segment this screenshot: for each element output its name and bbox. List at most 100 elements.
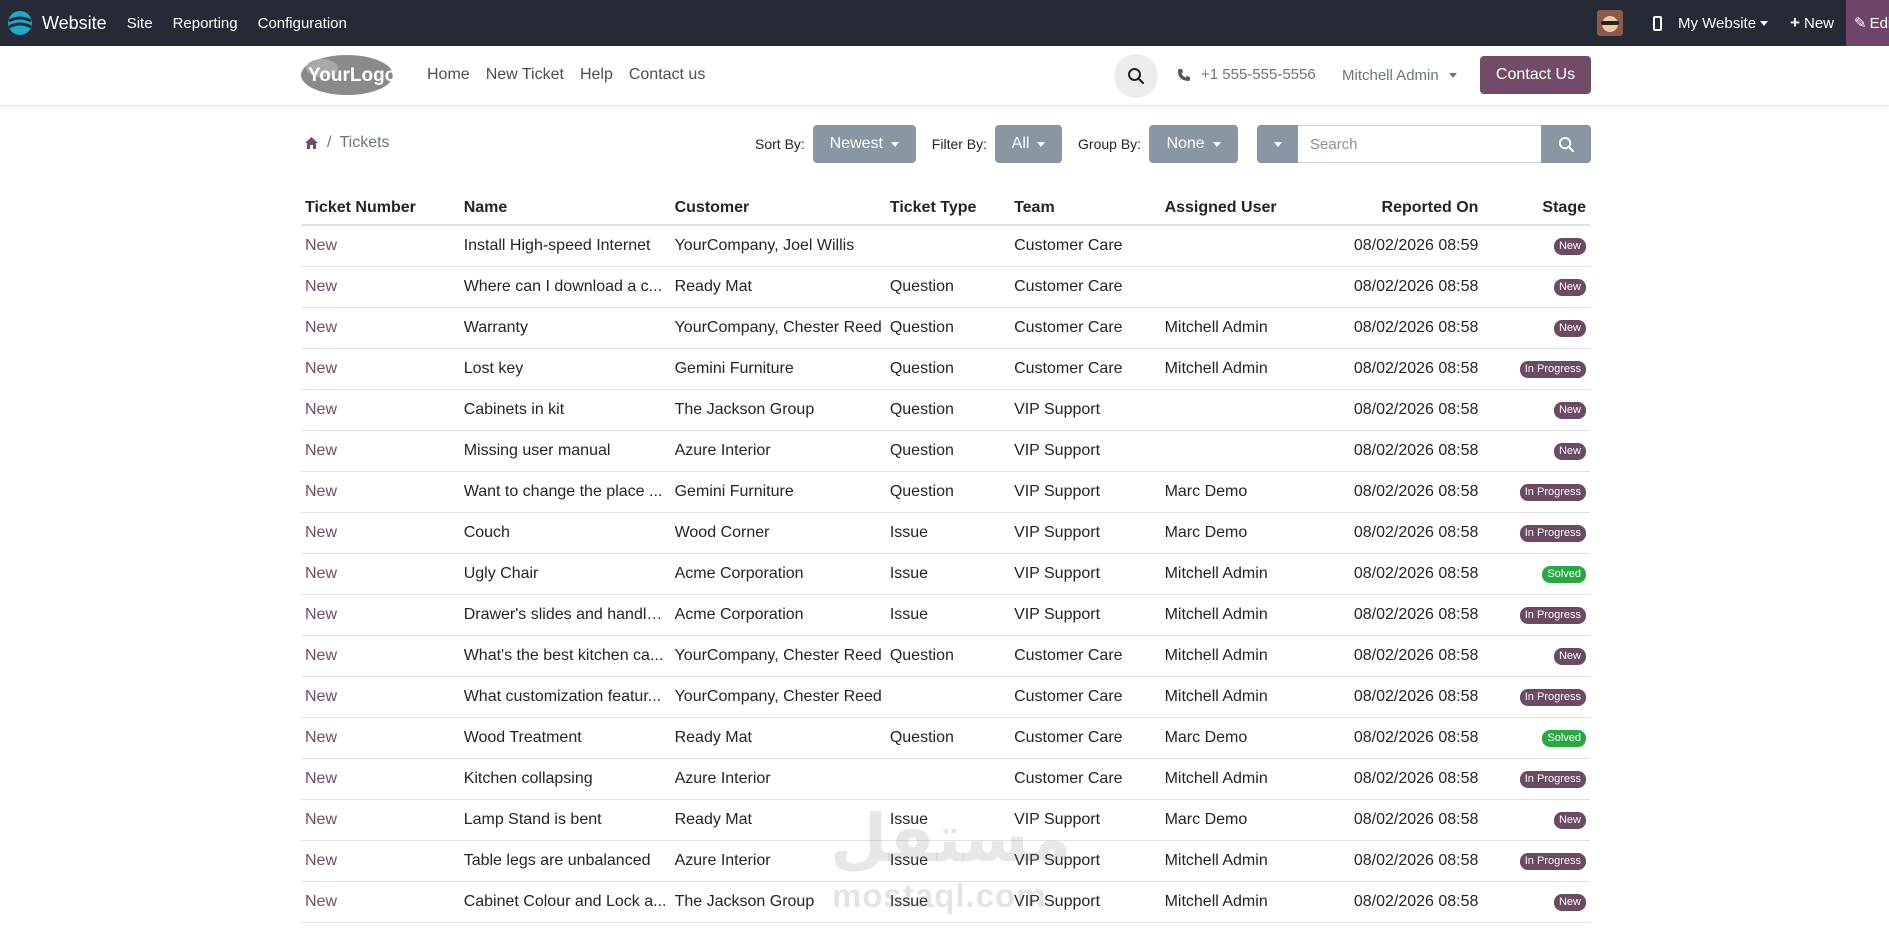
phone-link[interactable]: +1 555-555-5556 [1177,66,1316,83]
ticket-number-link[interactable]: New [301,348,460,390]
chevron-down-icon [890,141,899,147]
sort-dropdown[interactable]: Newest [812,125,916,163]
ticket-team: VIP Support [1010,389,1161,431]
tickets-toolbar: Sort By: Newest Filter By: All Group By:… [755,125,1239,163]
ticket-number-link[interactable]: New [301,635,460,677]
mobile-preview-icon[interactable] [1652,15,1662,31]
ticket-team: VIP Support [1010,430,1161,472]
table-row[interactable]: New Wood Treatment Ready Mat Question Custom… [301,717,1590,759]
ticket-reported-on: 08/02/2026 08:58 [1297,348,1483,390]
ticket-type: Issue [885,594,1011,636]
col-ticket-number[interactable]: Ticket Number [301,191,460,226]
nav-help[interactable]: Help [580,66,613,84]
table-row[interactable]: New What customization featur... YourCompa… [301,676,1590,718]
ticket-type [885,758,1011,800]
table-row[interactable]: New Install High-speed Internet YourCompan… [301,225,1590,267]
col-name[interactable]: Name [459,191,671,226]
site-logo[interactable]: YourLogo [300,54,396,96]
ticket-assigned-user: Mitchell Admin [1160,758,1298,800]
table-row[interactable]: New Lamp Stand is bent Ready Mat Issue VIP S… [301,799,1590,841]
app-logo[interactable]: Website [0,0,127,46]
ticket-number-link[interactable]: New [301,799,460,841]
menu-reporting[interactable]: Reporting [173,15,238,32]
table-row[interactable]: New Table legs are unbalanced Azure Interi… [301,840,1590,882]
filter-dropdown[interactable]: All [995,125,1063,163]
ticket-number-link[interactable]: New [301,553,460,595]
ticket-type: Question [885,635,1011,677]
ticket-team: Customer Care [1010,717,1161,759]
table-row[interactable]: New Warranty YourCompany, Chester Reed Ques… [301,307,1590,349]
ticket-number-link[interactable]: New [301,594,460,636]
contact-us-button[interactable]: Contact Us [1480,56,1591,94]
ticket-reported-on: 08/02/2026 08:58 [1297,881,1483,923]
ticket-customer: Azure Interior [670,758,886,800]
table-row[interactable]: New Drawer's slides and handle... Acme Cor… [301,594,1590,636]
table-row[interactable]: New Missing user manual Azure Interior Ques… [301,430,1590,472]
home-icon[interactable] [304,136,319,150]
new-content-button[interactable]: + New [1790,13,1834,33]
ticket-team: Customer Care [1010,758,1161,800]
table-row[interactable]: New Cabinets in kit The Jackson Group Quest… [301,389,1590,431]
nav-home[interactable]: Home [427,66,470,84]
nav-new-ticket[interactable]: New Ticket [486,66,564,84]
col-reported-on[interactable]: Reported On [1297,191,1483,226]
ticket-number-link[interactable]: New [301,717,460,759]
table-row[interactable]: New Ugly Chair Acme Corporation Issue VIP Su… [301,553,1590,595]
breadcrumb-separator: / [327,134,332,151]
header-search-button[interactable] [1114,54,1158,98]
group-dropdown[interactable]: None [1149,125,1239,163]
menu-site[interactable]: Site [127,15,153,32]
table-row[interactable]: New Couch Wood Corner Issue VIP Support Marc … [301,512,1590,554]
table-row[interactable]: New What's the best kitchen ca... YourComp… [301,635,1590,677]
ticket-type: Question [885,389,1011,431]
ticket-name: Ugly Chair [459,553,671,595]
my-website-dropdown[interactable]: My Website [1678,15,1769,32]
ticket-number-link[interactable]: New [301,307,460,349]
ticket-reported-on: 08/02/2026 08:59 [1297,225,1483,267]
search-submit-button[interactable] [1541,125,1591,163]
ticket-number-link[interactable]: New [301,512,460,554]
table-row[interactable]: New Kitchen collapsing Azure Interior Custo… [301,758,1590,800]
ticket-reported-on: 08/02/2026 08:58 [1297,676,1483,718]
ticket-number-link[interactable]: New [301,676,460,718]
menu-configuration[interactable]: Configuration [258,15,347,32]
ticket-number-link[interactable]: New [301,225,460,267]
ticket-number-link[interactable]: New [301,471,460,513]
ticket-customer: YourCompany, Chester Reed [670,676,886,718]
edit-label: Edit [1869,14,1889,32]
ticket-team: VIP Support [1010,594,1161,636]
ticket-number-link[interactable]: New [301,758,460,800]
group-value: None [1166,135,1205,152]
table-row[interactable]: New Cabinet Colour and Lock a... The Jacks… [301,881,1590,923]
col-team[interactable]: Team [1010,191,1161,226]
ticket-number-link[interactable]: New [301,266,460,308]
ticket-number-link[interactable]: New [301,840,460,882]
table-row[interactable]: New Lost key Gemini Furniture Question Custo… [301,348,1590,390]
col-stage[interactable]: Stage [1482,191,1590,226]
col-customer[interactable]: Customer [670,191,886,226]
ticket-stage: Solved [1482,553,1590,595]
col-ticket-type[interactable]: Ticket Type [885,191,1011,226]
table-row[interactable]: New Where can I download a c... Ready Mat Q… [301,266,1590,308]
ticket-reported-on: 08/02/2026 08:58 [1297,799,1483,841]
table-row[interactable]: New Want to change the place ... Gemini Fu… [301,471,1590,513]
search-options-dropdown[interactable] [1257,125,1298,163]
ticket-number-link[interactable]: New [301,881,460,923]
nav-contact-us[interactable]: Contact us [629,66,705,84]
col-assigned-user[interactable]: Assigned User [1160,191,1298,226]
search-input[interactable]: Search [1298,125,1541,163]
ticket-stage: New [1482,307,1590,349]
ticket-number-link[interactable]: New [301,389,460,431]
edit-button[interactable]: ✎ Edit [1846,0,1889,46]
ticket-stage: New [1482,225,1590,267]
ticket-customer: Gemini Furniture [670,348,886,390]
ticket-number-link[interactable]: New [301,430,460,472]
ticket-assigned-user: Mitchell Admin [1160,676,1298,718]
ticket-reported-on: 08/02/2026 08:58 [1297,389,1483,431]
user-menu-dropdown[interactable]: Mitchell Admin [1342,67,1457,84]
ticket-type [885,225,1011,267]
user-avatar[interactable] [1596,10,1623,36]
chevron-down-icon [1760,20,1769,26]
site-header: YourLogo Home New Ticket Help Contact us… [0,46,1889,106]
ticket-assigned-user: Mitchell Admin [1160,840,1298,882]
